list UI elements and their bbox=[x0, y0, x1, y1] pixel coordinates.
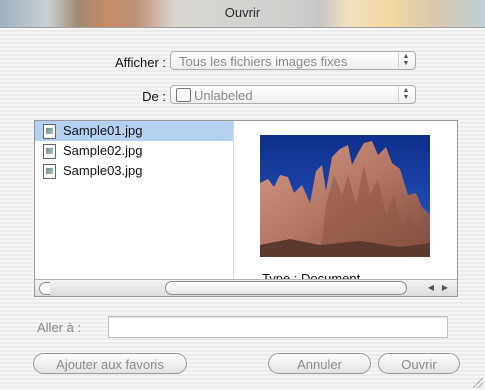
from-popup[interactable]: Unlabeled ▲ ▼ bbox=[170, 85, 416, 104]
goto-input[interactable] bbox=[108, 316, 448, 338]
image-file-icon bbox=[43, 144, 56, 159]
file-item[interactable]: Sample02.jpg bbox=[35, 141, 233, 161]
goto-label: Aller à : bbox=[37, 320, 82, 335]
show-popup[interactable]: Tous les fichiers images fixes ▲ ▼ bbox=[170, 51, 416, 70]
folder-icon bbox=[176, 88, 191, 102]
popup-arrows-icon: ▲ ▼ bbox=[398, 87, 413, 102]
from-popup-value: Unlabeled bbox=[194, 88, 253, 103]
add-favorites-button[interactable]: Ajouter aux favoris bbox=[33, 353, 187, 374]
scrollbar-track-cap bbox=[39, 282, 50, 295]
file-list-column[interactable]: Sample01.jpg Sample02.jpg Sample03.jpg bbox=[35, 121, 234, 281]
file-name: Sample01.jpg bbox=[63, 123, 143, 138]
popup-arrows-icon: ▲ ▼ bbox=[398, 53, 413, 68]
scroll-left-icon[interactable]: ◀ bbox=[425, 282, 437, 294]
image-file-icon bbox=[43, 164, 56, 179]
show-popup-value: Tous les fichiers images fixes bbox=[179, 54, 348, 69]
file-name: Sample03.jpg bbox=[63, 163, 143, 178]
open-button[interactable]: Ouvrir bbox=[378, 353, 460, 374]
show-label: Afficher : bbox=[114, 55, 166, 70]
preview-image bbox=[260, 135, 430, 257]
scroll-right-icon[interactable]: ▶ bbox=[439, 282, 451, 294]
file-name: Sample02.jpg bbox=[63, 143, 143, 158]
resize-grip-icon[interactable] bbox=[473, 378, 483, 388]
file-item[interactable]: Sample01.jpg bbox=[35, 121, 233, 141]
file-browser: Sample01.jpg Sample02.jpg Sample03.jpg T… bbox=[34, 120, 458, 297]
window-title: Ouvrir bbox=[224, 5, 261, 20]
file-item[interactable]: Sample03.jpg bbox=[35, 161, 233, 181]
scrollbar-thumb[interactable] bbox=[165, 281, 407, 295]
preview-column: Type : Document bbox=[234, 121, 458, 281]
title-bar[interactable]: Ouvrir bbox=[0, 0, 485, 28]
horizontal-scrollbar[interactable]: ◀ ▶ bbox=[35, 279, 457, 296]
from-label: De : bbox=[142, 89, 166, 104]
cancel-button[interactable]: Annuler bbox=[268, 353, 371, 374]
image-file-icon bbox=[43, 124, 56, 139]
